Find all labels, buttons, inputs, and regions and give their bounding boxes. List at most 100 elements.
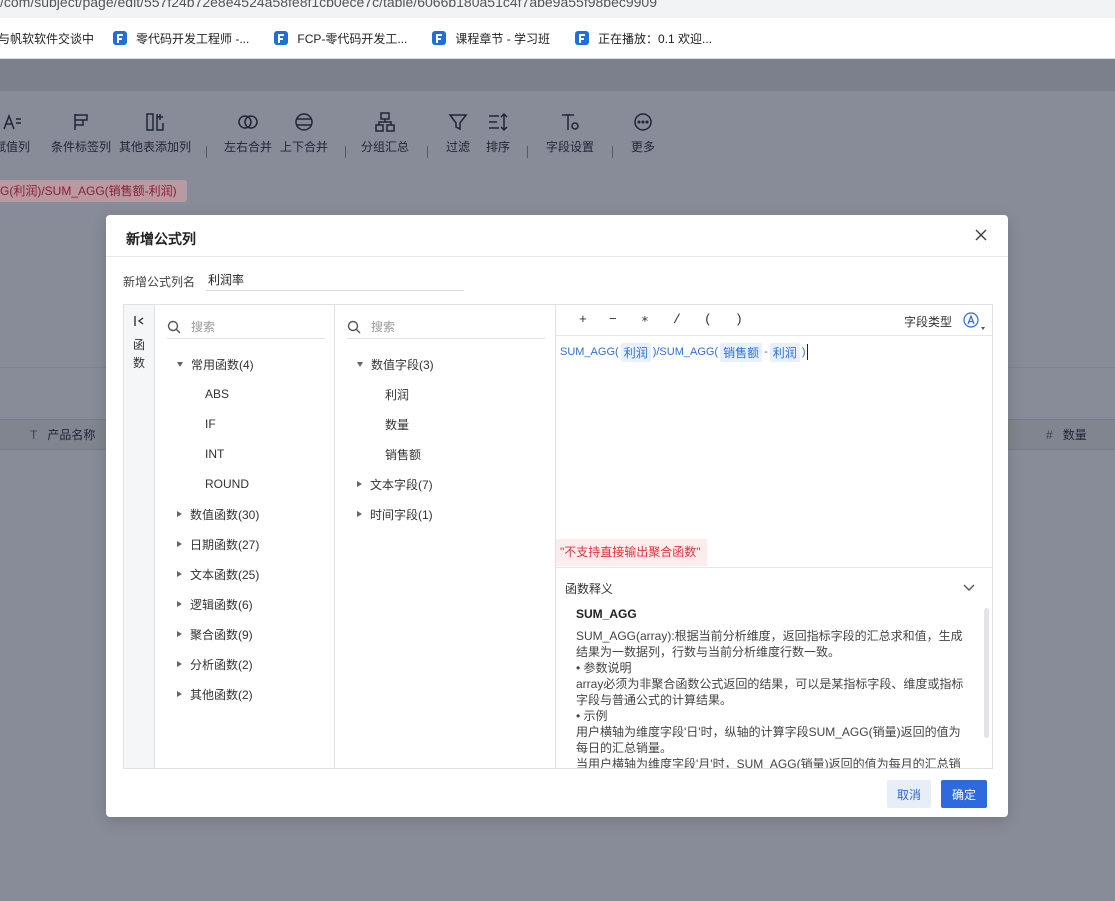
toolbar-label: 分组汇总 xyxy=(361,140,410,154)
close-icon[interactable] xyxy=(974,228,988,242)
function-group[interactable]: 分析函数(2) xyxy=(177,654,253,674)
caret-right-icon xyxy=(177,691,182,697)
column-name-input[interactable] xyxy=(206,269,464,291)
toolbar-label: 上下合并 xyxy=(280,140,329,154)
toolbar-field-settings[interactable]: 字段设置 xyxy=(546,111,594,155)
function-group[interactable]: 日期函数(27) xyxy=(177,534,259,554)
toolbar-label: 排序 xyxy=(486,140,511,154)
toolbar-assign-column[interactable]: 赋值列 xyxy=(0,111,30,155)
field-search-input[interactable] xyxy=(371,319,491,334)
field-search xyxy=(347,315,545,339)
bookmark-item[interactable]: 正在播放：0.1 欢迎... xyxy=(574,30,712,47)
function-item[interactable]: ABS xyxy=(205,384,229,404)
search-icon xyxy=(347,320,361,333)
collapse-left-icon[interactable] xyxy=(133,315,145,327)
function-group[interactable]: 文本函数(25) xyxy=(177,564,259,584)
function-group[interactable]: 聚合函数(9) xyxy=(177,624,253,644)
formula-editor-panel: 函数 常用函数(4) ABS IF INT ROUND 数值函数(30) 日期函… xyxy=(123,304,993,769)
dialog-header: 新增公式列 xyxy=(106,215,1008,257)
toolbar-divider xyxy=(427,146,428,158)
caret-right-icon xyxy=(177,511,182,517)
field-type-a-icon[interactable] xyxy=(963,312,979,328)
hierarchy-icon xyxy=(374,111,396,133)
column-name-label: 新增公式列名 xyxy=(123,275,196,289)
confirm-button[interactable]: 确定 xyxy=(941,780,987,808)
field-group[interactable]: 文本字段(7) xyxy=(357,474,433,494)
fanruan-logo-icon xyxy=(575,31,590,45)
toolbar-label: 过滤 xyxy=(446,140,471,154)
field-group-label: 时间字段(1) xyxy=(370,507,433,522)
caret-right-icon xyxy=(177,661,182,667)
bookmarks-bar: 与帆软软件交谈中 零代码开发工程师 -... FCP-零代码开发工... 课程章… xyxy=(0,18,1115,59)
toolbar-divider xyxy=(612,146,613,158)
operator-multiply-button[interactable]: ∗ xyxy=(641,312,649,327)
venn-icon xyxy=(237,111,259,133)
toolbar-add-column-from-table[interactable]: 其他表添加列 xyxy=(119,111,191,155)
toolbar-condition-tag-column[interactable]: 条件标签列 xyxy=(51,111,111,155)
bookmark-label: 正在播放：0.1 欢迎... xyxy=(598,31,713,46)
field-chip: 销售额 xyxy=(720,342,763,362)
function-group[interactable]: 其他函数(2) xyxy=(177,684,253,704)
cancel-button[interactable]: 取消 xyxy=(887,780,931,808)
function-group-common[interactable]: 常用函数(4) xyxy=(177,354,254,374)
toolbar-more[interactable]: 更多 xyxy=(631,111,655,155)
field-item[interactable]: 利润 xyxy=(385,384,409,404)
field-item[interactable]: 数量 xyxy=(385,414,409,434)
chevron-down-icon[interactable] xyxy=(962,580,976,594)
toolbar-group-summary[interactable]: 分组汇总 xyxy=(361,111,409,155)
toolbar-filter[interactable]: 过滤 xyxy=(446,111,470,155)
bookmark-item[interactable]: FCP-零代码开发工... xyxy=(273,30,407,47)
bookmark-item[interactable]: 零代码开发工程师 -... xyxy=(112,30,249,47)
stack-merge-icon xyxy=(293,111,315,133)
function-doc-line: array必须为非聚合函数公式返回的结果，可以是某指标字段、维度或指标字段与普通… xyxy=(576,677,964,707)
bookmark-label: 课程章节 - 学习班 xyxy=(455,31,551,46)
formula-editor: + − ∗ / ( ) 字段类型 SUM_AGG( 利润 )/SUM_AGG( … xyxy=(556,305,992,768)
bookmark-item[interactable]: 与帆软软件交谈中 xyxy=(0,30,94,47)
field-group-numeric[interactable]: 数值字段(3) xyxy=(357,354,434,374)
caret-down-icon xyxy=(357,361,363,367)
field-group-label: 数值字段(3) xyxy=(371,357,434,372)
dialog-title: 新增公式列 xyxy=(126,231,196,247)
toolbar-vertical-merge[interactable]: 上下合并 xyxy=(280,111,328,155)
toolbar-horizontal-merge[interactable]: 左右合并 xyxy=(224,111,272,155)
field-type-label: 字段类型 xyxy=(903,315,952,329)
field-item[interactable]: 销售额 xyxy=(385,444,421,464)
function-doc-body: SUM_AGG SUM_AGG(array):根据当前分析维度，返回指标字段的汇… xyxy=(576,606,964,768)
operator-divide-button[interactable]: / xyxy=(673,312,681,327)
caret-down-icon xyxy=(177,361,183,367)
bookmark-item[interactable]: 课程章节 - 学习班 xyxy=(431,30,550,47)
function-group[interactable]: 逻辑函数(6) xyxy=(177,594,253,614)
caret-right-icon xyxy=(177,601,182,607)
operator-open-paren-button[interactable]: ( xyxy=(704,312,712,327)
text-type-icon: T xyxy=(30,427,38,442)
sort-icon xyxy=(487,111,509,133)
field-group[interactable]: 时间字段(1) xyxy=(357,504,433,524)
function-side-strip: 函数 xyxy=(124,305,155,768)
function-group-label: 常用函数(4) xyxy=(191,357,254,372)
address-bar[interactable]: /com/subject/page/edit/557f24b72e8e4524a… xyxy=(0,0,1115,18)
formula-input[interactable]: SUM_AGG( 利润 )/SUM_AGG( 销售额 - 利润 ) xyxy=(560,342,809,362)
bookmark-label: FCP-零代码开发工... xyxy=(297,31,408,46)
function-search-input[interactable] xyxy=(191,319,311,334)
operator-close-paren-button[interactable]: ) xyxy=(735,312,743,327)
column-header[interactable]: T 产品名称 xyxy=(30,426,95,443)
caret-right-icon xyxy=(357,481,362,487)
toolbar-sort[interactable]: 排序 xyxy=(486,111,510,155)
operator-plus-button[interactable]: + xyxy=(579,312,587,327)
function-list: 常用函数(4) ABS IF INT ROUND 数值函数(30) 日期函数(2… xyxy=(155,305,335,768)
operator-minus-button[interactable]: − xyxy=(609,312,617,327)
function-group-label: 数值函数(30) xyxy=(190,507,260,522)
fanruan-logo-icon xyxy=(113,31,128,45)
function-item[interactable]: ROUND xyxy=(205,474,249,494)
column-header[interactable]: # 数量 xyxy=(1046,426,1087,443)
function-item[interactable]: IF xyxy=(205,414,216,434)
function-doc-panel: 函数释义 SUM_AGG SUM_AGG(array):根据当前分析维度，返回指… xyxy=(556,567,992,768)
doc-scrollbar[interactable] xyxy=(984,608,989,738)
toolbar-label: 字段设置 xyxy=(546,140,595,154)
function-group[interactable]: 数值函数(30) xyxy=(177,504,259,524)
function-tab-label[interactable]: 函数 xyxy=(133,336,147,372)
function-group-label: 逻辑函数(6) xyxy=(190,597,253,612)
bookmark-label: 与帆软软件交谈中 xyxy=(0,31,95,46)
formula-preview-tag: G(利润)/SUM_AGG(销售额-利润) xyxy=(0,180,187,202)
function-item[interactable]: INT xyxy=(205,444,224,464)
